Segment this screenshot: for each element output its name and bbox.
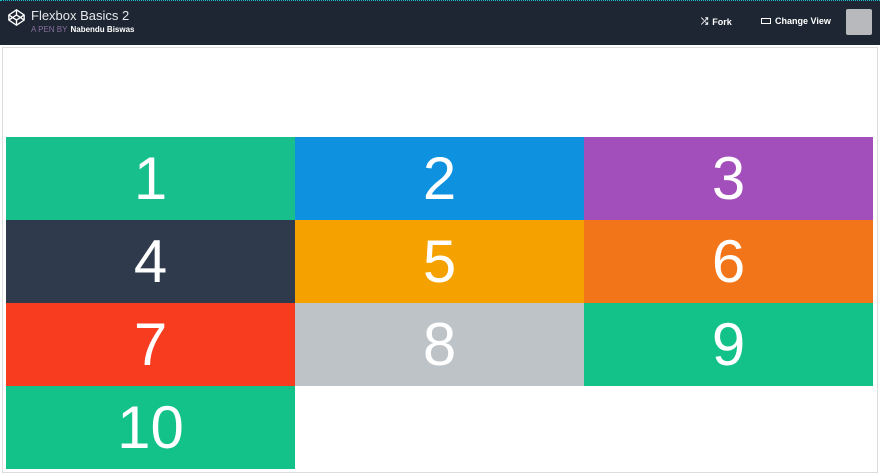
fork-button[interactable]: ⤮ Fork bbox=[701, 16, 732, 27]
fork-label: Fork bbox=[712, 16, 732, 27]
flex-item-4: 4 bbox=[6, 220, 295, 303]
flex-item-3: 3 bbox=[584, 137, 873, 220]
flex-item-8: 8 bbox=[295, 303, 584, 386]
flex-item-5: 5 bbox=[295, 220, 584, 303]
codepen-header: Flexbox Basics 2 A PEN BY Nabendu Biswas … bbox=[0, 0, 880, 45]
flex-item-9: 9 bbox=[584, 303, 873, 386]
flex-item-2: 2 bbox=[295, 137, 584, 220]
user-avatar[interactable] bbox=[846, 9, 872, 35]
flex-item-1: 1 bbox=[6, 137, 295, 220]
pen-byline: A PEN BY Nabendu Biswas bbox=[31, 25, 134, 34]
fork-icon: ⤮ bbox=[701, 16, 709, 26]
flex-item-7: 7 bbox=[6, 303, 295, 386]
change-view-button[interactable]: Change View bbox=[761, 16, 831, 26]
codepen-logo-icon[interactable] bbox=[8, 9, 25, 26]
flex-container: 1 2 3 4 5 6 7 8 9 10 bbox=[6, 137, 873, 469]
flex-item-10: 10 bbox=[6, 386, 295, 469]
change-view-icon bbox=[761, 18, 771, 24]
author-link[interactable]: Nabendu Biswas bbox=[70, 25, 134, 34]
flex-item-6: 6 bbox=[584, 220, 873, 303]
pen-title: Flexbox Basics 2 bbox=[31, 8, 130, 23]
byline-prefix: A PEN BY bbox=[31, 25, 68, 34]
change-view-label: Change View bbox=[775, 16, 831, 26]
